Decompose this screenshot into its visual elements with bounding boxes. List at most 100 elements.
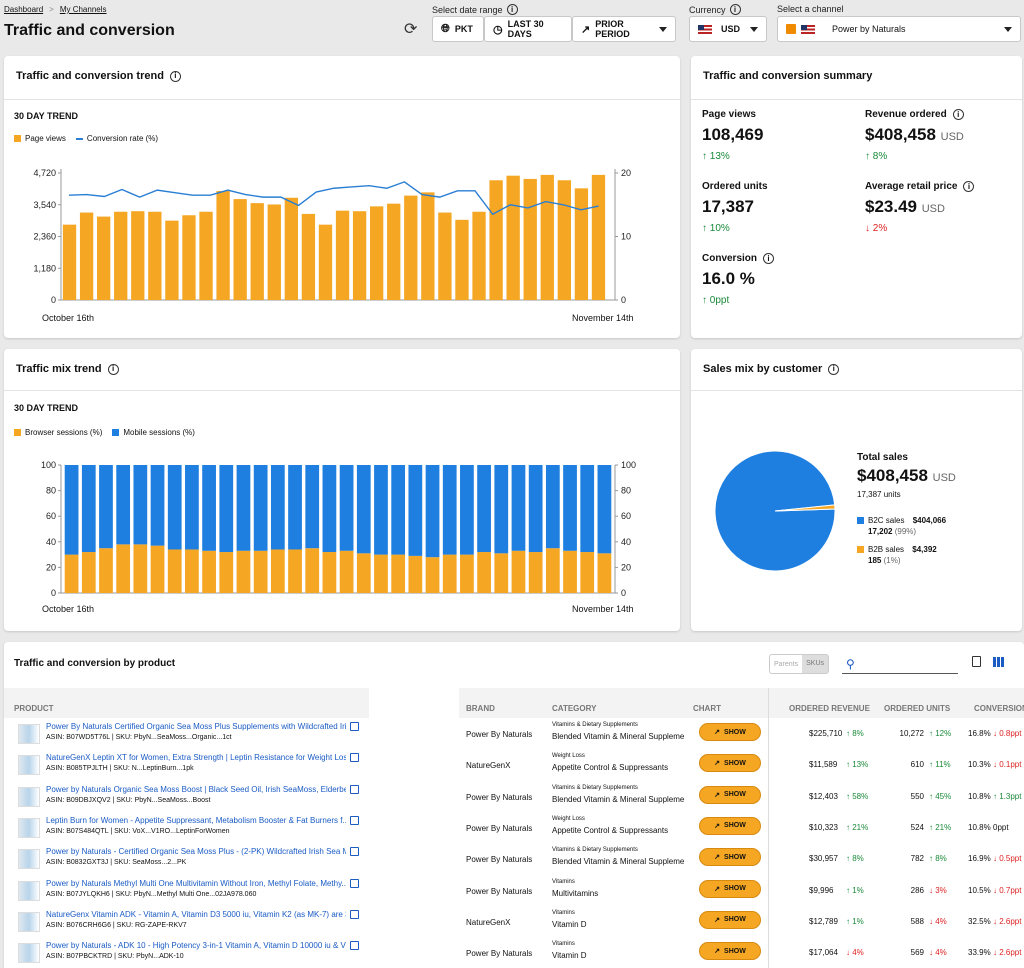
mix-chart: 0 0 20 20 40 40 60 60 80 80 100 100 xyxy=(41,460,636,598)
page-views-bar xyxy=(489,180,503,300)
metric-conversion: Conversion i 16.0 % ↑ 0ppt xyxy=(702,253,775,306)
columns-icon[interactable] xyxy=(993,657,1004,667)
col-chart[interactable]: CHART xyxy=(693,704,721,713)
show-chart-button[interactable]: ↗ SHOW xyxy=(699,816,761,835)
toggle-parents[interactable]: Parents xyxy=(770,661,802,668)
chevron-down-icon xyxy=(1004,26,1012,32)
show-chart-button[interactable]: ↗ SHOW xyxy=(699,879,761,898)
external-link-icon[interactable] xyxy=(350,753,359,763)
currency-label: Currency i xyxy=(689,4,741,15)
page-views-bar xyxy=(182,215,196,300)
ordered-revenue-cell: $12,403 xyxy=(809,791,838,801)
table-row[interactable]: Power by Naturals Organic Sea Moss Boost… xyxy=(4,783,1024,814)
mobile-sessions-bar xyxy=(288,465,302,550)
external-link-icon[interactable] xyxy=(350,815,359,825)
table-row[interactable]: Power by Naturals Methyl Multi One Multi… xyxy=(4,877,1024,908)
browser-sessions-bar xyxy=(460,554,474,593)
info-icon[interactable]: i xyxy=(828,363,840,375)
info-icon[interactable]: i xyxy=(763,253,775,264)
toggle-skus[interactable]: SKUs xyxy=(802,655,829,673)
info-icon[interactable]: i xyxy=(506,4,518,15)
product-name-link[interactable]: Power by Naturals Organic Sea Moss Boost… xyxy=(46,785,346,794)
browser-sessions-bar xyxy=(219,552,234,593)
product-name-link[interactable]: Power By Naturals Certified Organic Sea … xyxy=(46,722,346,731)
product-name-link[interactable]: NatureGenX Leptin XT for Women, Extra St… xyxy=(46,753,346,762)
product-identifiers: ASIN: B07JYLQKH6 | SKU: PbyN...Methyl Mu… xyxy=(46,890,257,898)
show-chart-button[interactable]: ↗ SHOW xyxy=(699,754,761,773)
show-chart-button[interactable]: ↗ SHOW xyxy=(699,848,761,867)
table-row[interactable]: Power by Naturals - Certified Organic Se… xyxy=(4,845,1024,876)
external-link-icon[interactable] xyxy=(350,909,359,919)
show-chart-button[interactable]: ↗ SHOW xyxy=(699,942,761,961)
mobile-sessions-bar xyxy=(477,465,491,553)
category-cell: Blended Vitamin & Mineral Suppleme xyxy=(552,857,685,867)
category-parent: Vitamins & Dietary Supplements xyxy=(552,847,638,854)
col-brand[interactable]: BRAND xyxy=(466,704,495,713)
ordered-units-cell: 782 xyxy=(910,854,924,864)
table-row[interactable]: Power by Naturals - ADK 10 - High Potenc… xyxy=(4,939,1024,968)
product-name-link[interactable]: Power by Naturals - ADK 10 - High Potenc… xyxy=(46,941,346,950)
channel-dropdown[interactable]: Power by Naturals xyxy=(777,16,1021,42)
mobile-sessions-bar xyxy=(494,465,509,554)
col-product[interactable]: PRODUCT xyxy=(14,704,54,713)
y-tick-label: 0 xyxy=(51,295,56,305)
col-ordered-units[interactable]: ORDERED UNITS xyxy=(884,704,950,713)
parents-skus-toggle[interactable]: Parents SKUs xyxy=(769,654,830,674)
product-name-link[interactable]: Power by Naturals Methyl Multi One Multi… xyxy=(46,879,346,888)
col-ordered-revenue[interactable]: ORDERED REVENUE xyxy=(789,704,870,713)
table-row[interactable]: Power By Naturals Certified Organic Sea … xyxy=(4,720,1024,751)
product-name-link[interactable]: Leptin Burn for Women - Appetite Suppres… xyxy=(46,816,346,825)
external-link-icon[interactable] xyxy=(350,941,359,951)
page-views-bar xyxy=(557,180,571,300)
info-icon[interactable]: i xyxy=(729,4,741,15)
table-row[interactable]: NatureGenX Leptin XT for Women, Extra St… xyxy=(4,751,1024,782)
show-chart-button[interactable]: ↗ SHOW xyxy=(699,785,761,804)
table-search[interactable]: ⚲ xyxy=(842,654,958,674)
external-link-icon[interactable] xyxy=(350,878,359,888)
timezone-button[interactable]: 🌐︎ PKT xyxy=(432,16,484,42)
breadcrumb-my-channels[interactable]: My Channels xyxy=(60,5,107,14)
y-tick-label: 2,360 xyxy=(33,232,56,242)
mobile-sessions-bar xyxy=(580,465,595,553)
product-thumbnail xyxy=(18,911,40,932)
conversion-change: ↓ 0.1ppt xyxy=(993,760,1022,770)
revenue-change: ↓ 4% xyxy=(846,948,864,958)
date-range-button[interactable]: ◷ LAST 30 DAYS xyxy=(484,16,572,42)
search-icon: ⚲ xyxy=(846,656,855,671)
external-link-icon[interactable] xyxy=(350,722,359,731)
range-label: LAST 30 DAYS xyxy=(507,19,544,39)
y-tick-label: 0 xyxy=(51,588,56,598)
mobile-sessions-bar xyxy=(99,465,113,549)
col-category[interactable]: CATEGORY xyxy=(552,704,596,713)
external-link-icon[interactable] xyxy=(350,784,359,794)
mobile-sessions-bar xyxy=(64,465,79,555)
breadcrumb-dashboard[interactable]: Dashboard xyxy=(4,5,43,14)
info-icon[interactable]: i xyxy=(963,181,975,192)
show-chart-button[interactable]: ↗ SHOW xyxy=(699,910,761,929)
table-row[interactable]: NatureGenx Vitamin ADK - Vitamin A, Vita… xyxy=(4,908,1024,939)
category-parent: Weight Loss xyxy=(552,753,585,760)
refresh-icon[interactable]: ⟳ xyxy=(404,19,417,39)
currency-dropdown[interactable]: USD xyxy=(689,16,767,42)
page-views-bar xyxy=(216,191,230,300)
info-icon[interactable]: i xyxy=(952,109,964,120)
mobile-sessions-bar xyxy=(305,465,320,549)
page-views-bar xyxy=(506,175,520,300)
conversion-change: ↓ 2.6ppt xyxy=(993,948,1022,958)
conversion-cell: 10.3% xyxy=(968,760,991,770)
traffic-mix-card: Traffic mix trend i 30 DAY TREND Browser … xyxy=(4,349,680,631)
trend-icon: ↗ xyxy=(714,916,721,924)
y-tick-label: 80 xyxy=(46,486,56,496)
conversion-change: ↓ 0.5ppt xyxy=(993,854,1022,864)
product-name-link[interactable]: Power by Naturals - Certified Organic Se… xyxy=(46,847,346,856)
brand-cell: NatureGenX xyxy=(466,917,511,927)
col-conversion[interactable]: CONVERSION xyxy=(974,704,1024,713)
external-link-icon[interactable] xyxy=(350,847,359,857)
ordered-revenue-cell: $17,064 xyxy=(809,948,838,958)
compare-dropdown[interactable]: ↗ PRIOR PERIOD xyxy=(572,16,676,42)
table-row[interactable]: Leptin Burn for Women - Appetite Suppres… xyxy=(4,814,1024,845)
copy-icon[interactable] xyxy=(972,656,981,667)
mobile-sessions-bar xyxy=(528,465,543,553)
show-chart-button[interactable]: ↗ SHOW xyxy=(699,723,761,741)
product-name-link[interactable]: NatureGenx Vitamin ADK - Vitamin A, Vita… xyxy=(46,910,346,919)
